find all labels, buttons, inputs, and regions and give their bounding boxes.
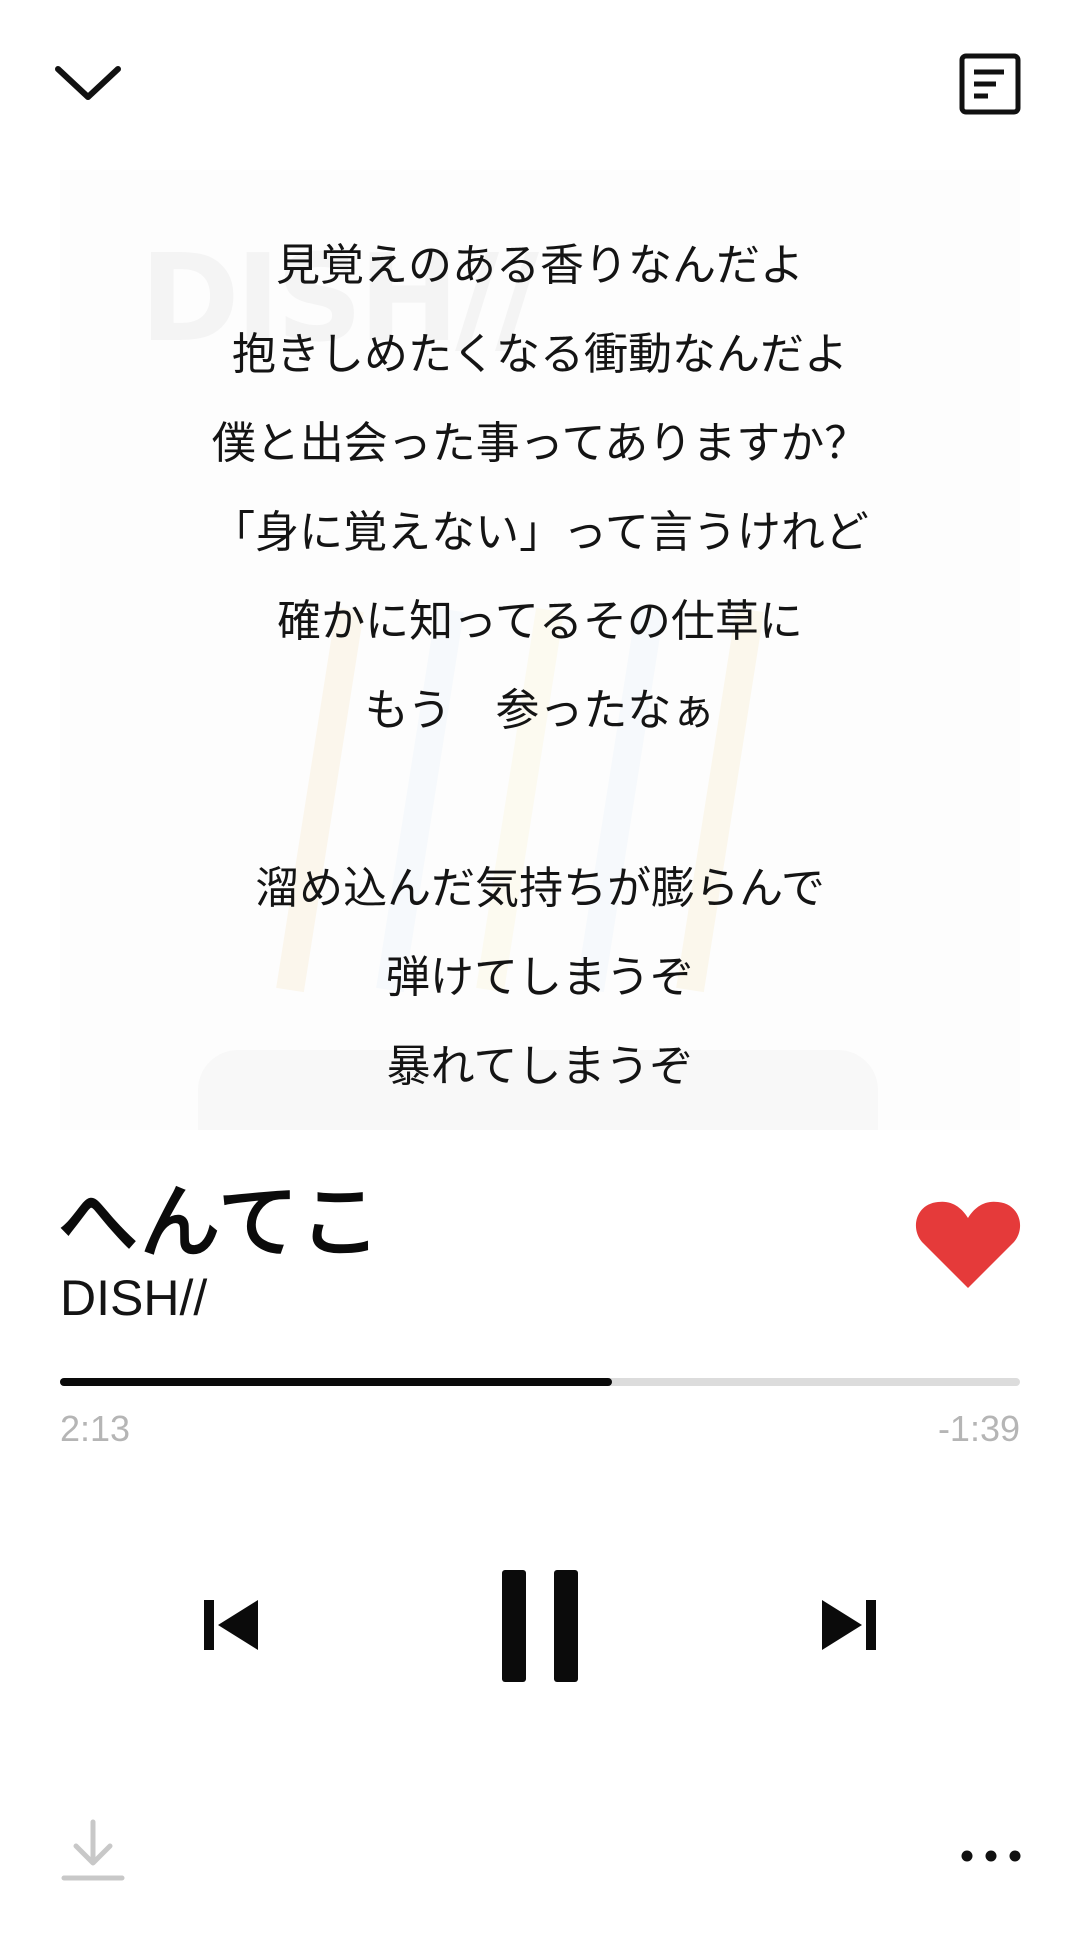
like-button[interactable]: [914, 1196, 1022, 1292]
next-track-button[interactable]: [814, 1590, 884, 1660]
elapsed-time: 2:13: [60, 1408, 131, 1449]
pause-icon: [502, 1570, 578, 1682]
skip-next-icon: [822, 1600, 876, 1650]
progress-bar[interactable]: [60, 1378, 1020, 1386]
lyrics-document-icon: [959, 53, 1021, 115]
remaining-time: -1:39: [937, 1408, 1020, 1449]
collapse-button[interactable]: [52, 55, 124, 111]
skip-previous-icon: [204, 1600, 258, 1650]
track-title: へんてこ: [58, 1176, 382, 1269]
lyric-line: 暴れてしまうぞ: [386, 1041, 694, 1092]
download-button[interactable]: [60, 1818, 126, 1884]
lyric-line: 見覚えのある香りなんだよ: [276, 240, 804, 291]
lyric-line: 弾けてしまうぞ: [386, 952, 694, 1003]
more-dots-icon: [961, 1850, 1021, 1862]
more-options-button[interactable]: [958, 1836, 1024, 1876]
lyric-line: もう 参ったなぁ: [364, 685, 716, 736]
lyric-line: 僕と出会った事ってありますか？: [211, 418, 869, 469]
lyric-line: 確かに知ってるその仕草に: [277, 596, 803, 647]
lyric-line: 溜め込んだ気持ちが膨らんで: [255, 863, 825, 914]
artist-name[interactable]: DISH//: [60, 1268, 207, 1328]
top-bar: [0, 0, 1080, 170]
progress-fill: [60, 1378, 612, 1386]
lyric-line: 「身に覚えない」って言うけれど: [211, 507, 869, 558]
chevron-down-icon: [55, 66, 121, 100]
download-icon: [61, 1819, 125, 1881]
pause-button[interactable]: [498, 1568, 582, 1684]
lyrics-panel: 見覚えのある香りなんだよ 抱きしめたくなる衝動なんだよ 僕と出会った事ってありま…: [60, 221, 1020, 1111]
lyric-line-blank: [60, 755, 1020, 844]
lyric-line: 抱きしめたくなる衝動なんだよ: [232, 329, 848, 380]
lyrics-toggle-button[interactable]: [958, 52, 1022, 116]
previous-track-button[interactable]: [196, 1590, 266, 1660]
heart-icon: [915, 1201, 1021, 1288]
